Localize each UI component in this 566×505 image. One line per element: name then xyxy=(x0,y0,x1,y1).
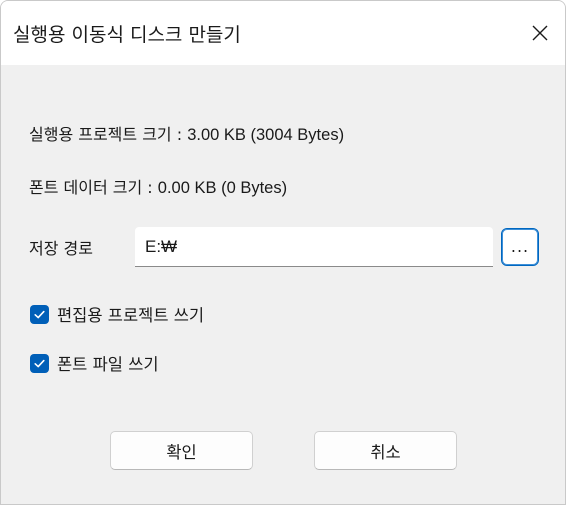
title-bar: 실행용 이동식 디스크 만들기 xyxy=(1,1,565,65)
browse-button-label: ... xyxy=(510,237,530,256)
cancel-button-label: 취소 xyxy=(370,442,401,462)
font-size-info: 폰트 데이터 크기 : 0.00 KB (0 Bytes) xyxy=(29,174,287,198)
checkmark-icon xyxy=(34,359,45,367)
save-path-input[interactable] xyxy=(135,227,493,267)
save-path-label: 저장 경로 xyxy=(29,239,93,258)
write-font-file-checkbox[interactable] xyxy=(30,353,49,373)
window-title: 실행용 이동식 디스크 만들기 xyxy=(13,24,241,46)
write-font-file-label: 폰트 파일 쓰기 xyxy=(57,355,159,374)
project-size-info: 실행용 프로젝트 크기 : 3.00 KB (3004 Bytes) xyxy=(29,121,344,145)
project-size-value: 3.00 KB (3004 Bytes) xyxy=(187,126,345,144)
project-size-label: 실행용 프로젝트 크기 : xyxy=(29,125,188,144)
close-icon xyxy=(532,25,548,41)
dialog-window: 실행용 이동식 디스크 만들기 실행용 프로젝트 크기 : 3.00 KB (3… xyxy=(0,0,566,505)
write-edit-project-label: 편집용 프로젝트 쓰기 xyxy=(57,306,205,325)
checkmark-icon xyxy=(34,310,45,318)
browse-button[interactable]: ... xyxy=(501,228,539,266)
ok-button-label: 확인 xyxy=(166,442,197,462)
font-size-value: 0.00 KB (0 Bytes) xyxy=(157,179,288,197)
close-button[interactable] xyxy=(515,1,565,65)
font-size-label: 폰트 데이터 크기 : xyxy=(29,178,158,197)
write-edit-project-checkbox[interactable] xyxy=(30,304,49,324)
write-edit-project-option[interactable]: 편집용 프로젝트 쓰기 xyxy=(30,302,204,326)
cancel-button[interactable]: 취소 xyxy=(314,431,457,470)
ok-button[interactable]: 확인 xyxy=(110,431,253,470)
write-font-file-option[interactable]: 폰트 파일 쓰기 xyxy=(30,351,159,375)
